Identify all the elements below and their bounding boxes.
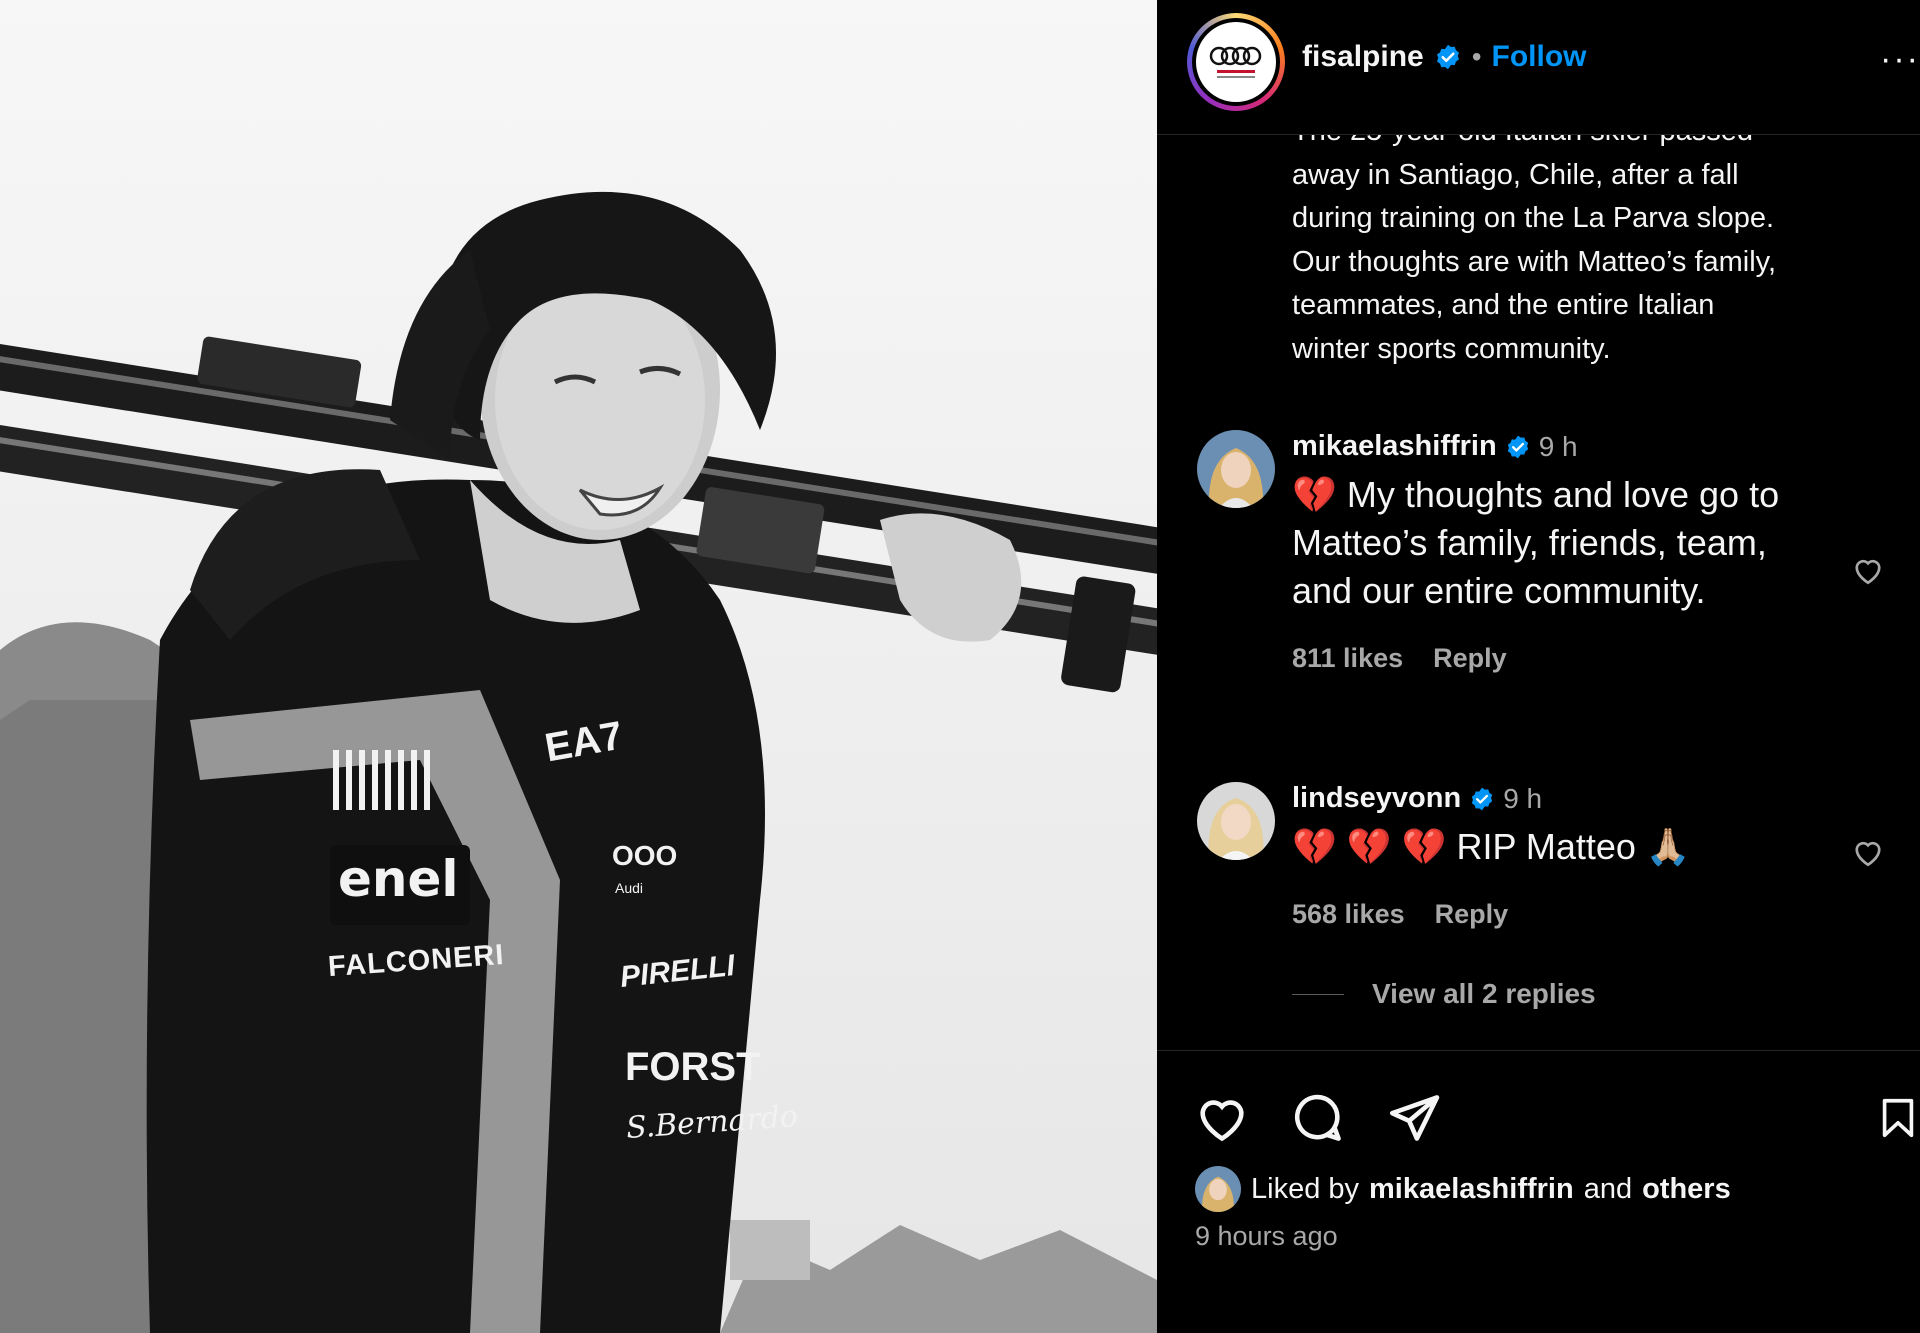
liked-by-and: and <box>1583 1172 1633 1205</box>
save-icon[interactable] <box>1875 1089 1920 1147</box>
reply-button[interactable]: Reply <box>1433 643 1507 674</box>
verified-badge-icon <box>1436 44 1459 70</box>
view-replies-button[interactable]: View all 2 replies <box>1292 978 1596 1010</box>
separator-dot: • <box>1471 41 1482 72</box>
jacket-logo-forst: FORST <box>625 1045 761 1089</box>
caption-line: winter sports community. <box>1292 332 1611 365</box>
liked-by-others[interactable]: others <box>1642 1173 1731 1206</box>
post-photo: enel FALCONERI EA7 Audi OOO PIRELLI FORS… <box>0 0 1157 1333</box>
caption-line: Our thoughts are with Matteo’s family, <box>1292 245 1777 278</box>
replies-divider-line <box>1292 993 1344 995</box>
follow-button[interactable]: Follow <box>1492 40 1587 74</box>
caption-line: away in Santiago, Chile, after a fall <box>1292 158 1739 191</box>
author-username[interactable]: fisalpine <box>1302 40 1424 74</box>
audi-rings-icon: OOO <box>612 840 678 871</box>
comment-time[interactable]: 9 h <box>1503 783 1542 815</box>
commenter-avatar[interactable] <box>1197 782 1275 860</box>
comment-likes-count[interactable]: 811 likes <box>1292 643 1403 674</box>
view-replies-label: View all 2 replies <box>1372 978 1596 1009</box>
comment-icon[interactable] <box>1289 1089 1347 1147</box>
heart-icon[interactable] <box>1193 1089 1251 1147</box>
jacket-logo-audi: Audi <box>615 880 644 896</box>
heart-icon[interactable] <box>1850 552 1886 588</box>
post-actions-bar: Liked by mikaelashiffrin and others 9 ho… <box>1157 1050 1920 1333</box>
verified-badge-icon <box>1472 787 1493 810</box>
comment-text: 💔 My thoughts and love go to Matteo’s fa… <box>1292 474 1780 611</box>
verified-badge-icon <box>1507 435 1528 458</box>
liked-by-user[interactable]: mikaelashiffrin <box>1369 1173 1574 1206</box>
post-header: fisalpine • Follow ··· <box>1157 0 1920 135</box>
liker-avatar[interactable] <box>1195 1166 1241 1212</box>
commenter-username[interactable]: mikaelashiffrin <box>1292 430 1497 463</box>
reply-button[interactable]: Reply <box>1435 899 1509 930</box>
post-timestamp[interactable]: 9 hours ago <box>1195 1221 1338 1252</box>
caption-line: teammates, and the entire Italian <box>1292 289 1715 321</box>
post-side-panel: fisalpine • Follow ··· The 25-year-old I… <box>1157 0 1920 1333</box>
liked-by-prefix: Liked by <box>1251 1172 1360 1205</box>
commenter-avatar[interactable] <box>1197 430 1275 508</box>
comment-likes-count[interactable]: 568 likes <box>1292 899 1405 930</box>
caption-line: The 25-year-old Italian skier passed <box>1292 135 1892 154</box>
audi-world-cup-logo <box>1196 22 1276 102</box>
caption-line: during training on the La Parva slope. <box>1292 202 1775 234</box>
more-options-icon[interactable]: ··· <box>1880 40 1920 79</box>
liked-by-summary: Liked by mikaelashiffrin and others <box>1195 1166 1731 1212</box>
post-caption: The 25-year-old Italian skier passed awa… <box>1292 135 1892 371</box>
jacket-logo-enel: enel <box>338 850 459 908</box>
heart-icon[interactable] <box>1850 834 1886 870</box>
skier-photo-illustration <box>0 0 1157 1333</box>
comment-time[interactable]: 9 h <box>1539 431 1578 463</box>
author-avatar[interactable] <box>1187 13 1285 111</box>
share-icon[interactable] <box>1385 1089 1443 1147</box>
comment-text: 💔 💔 💔 RIP Matteo 🙏🏼 <box>1292 826 1691 867</box>
commenter-username[interactable]: lindseyvonn <box>1292 782 1461 815</box>
